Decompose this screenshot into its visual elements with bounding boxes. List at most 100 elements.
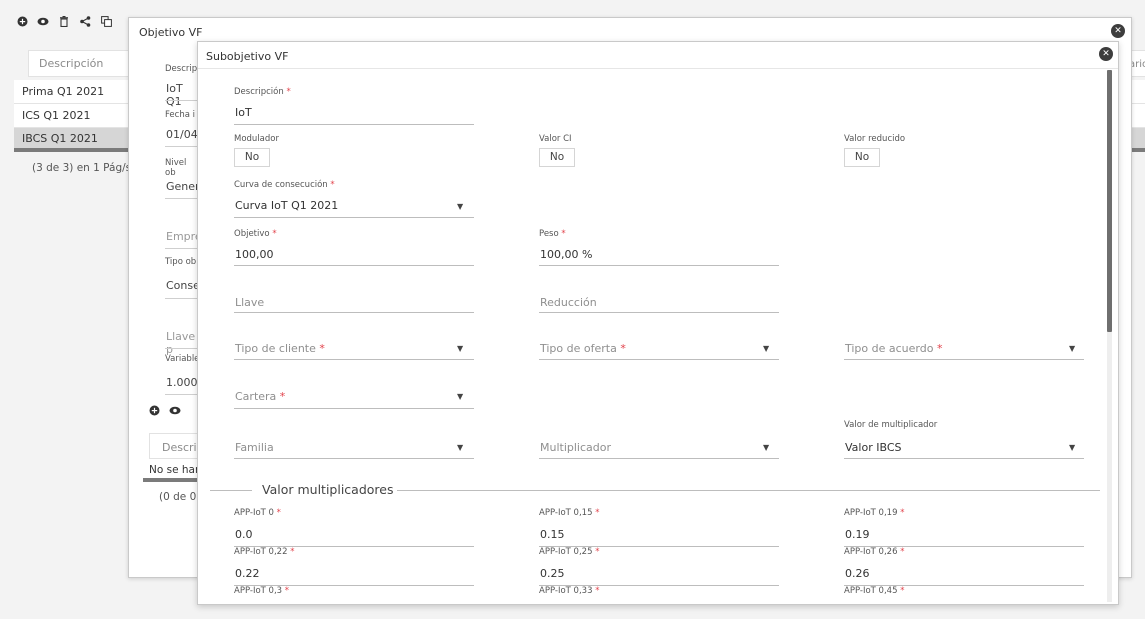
reduccion-input[interactable]: Reducción	[540, 296, 597, 309]
valor-ci-toggle[interactable]: No	[539, 148, 575, 167]
cartera-select[interactable]: Cartera *	[235, 390, 285, 403]
section-rule	[397, 490, 1100, 491]
background-toolbar	[16, 15, 112, 27]
field-underline	[165, 100, 199, 101]
tipo-objetivo-select[interactable]: Conse	[166, 279, 200, 292]
table-row-partial	[1130, 104, 1145, 128]
multiplier-input[interactable]: 0.0	[235, 528, 253, 541]
valor-multiplicador-label: Valor de multiplicador	[844, 420, 938, 430]
chevron-down-icon[interactable]: ▼	[763, 344, 769, 353]
chevron-down-icon[interactable]: ▼	[763, 443, 769, 452]
nivel-select[interactable]: Gener	[166, 180, 200, 193]
valor-multiplicador-select[interactable]: Valor IBCS	[845, 441, 901, 454]
peso-label: Peso *	[539, 229, 566, 239]
close-icon[interactable]: ✕	[1099, 47, 1113, 61]
subtable-empty-row: No se han	[143, 460, 199, 482]
tipo-oferta-select[interactable]: Tipo de oferta *	[540, 342, 626, 355]
familia-select[interactable]: Familia	[235, 441, 274, 454]
field-underline	[539, 458, 779, 459]
field-underline	[234, 312, 474, 313]
table-row[interactable]: ICS Q1 2021	[14, 104, 130, 128]
field-underline	[165, 348, 199, 349]
share-icon[interactable]	[79, 15, 91, 27]
plus-circle-icon[interactable]	[16, 15, 28, 27]
chevron-down-icon[interactable]: ▼	[457, 392, 463, 401]
multiplier-label: APP-IoT 0,45 *	[844, 586, 905, 596]
multiplier-input[interactable]: 0.25	[540, 567, 565, 580]
copy-icon[interactable]	[100, 15, 112, 27]
multiplier-input[interactable]: 0.15	[540, 528, 565, 541]
table-row-selected[interactable]: IBCS Q1 2021	[14, 128, 130, 152]
chevron-down-icon[interactable]: ▼	[1069, 443, 1075, 452]
tipo-acuerdo-select[interactable]: Tipo de acuerdo *	[845, 342, 942, 355]
valor-reducido-label: Valor reducido	[844, 134, 906, 144]
trash-icon[interactable]	[58, 15, 70, 27]
multiplicador-select[interactable]: Multiplicador	[540, 441, 611, 454]
table-header-descripcion[interactable]: Descripción	[28, 50, 130, 77]
table-row-partial	[1130, 128, 1145, 152]
sub-toolbar	[149, 405, 181, 419]
field-underline	[234, 265, 474, 266]
multiplier-label: APP-IoT 0 *	[234, 508, 281, 518]
field-underline	[234, 458, 474, 459]
dialog-title: Objetivo VF	[139, 26, 203, 39]
field-underline	[539, 265, 779, 266]
background-pager: (3 de 3) en 1 Pág/s.	[32, 162, 135, 174]
variable-input[interactable]: 1.000,	[166, 376, 201, 389]
field-label: Fecha i	[165, 110, 195, 120]
title-divider	[198, 68, 1118, 69]
subtable-header[interactable]: Descrip	[149, 433, 199, 459]
field-underline	[234, 124, 474, 125]
subtable-pager: (0 de 0)	[159, 491, 201, 503]
field-label: Nivel ob	[165, 158, 187, 178]
modulador-toggle[interactable]: No	[234, 148, 270, 167]
multiplier-label: APP-IoT 0,26 *	[844, 547, 905, 557]
plus-circle-icon[interactable]	[149, 405, 160, 419]
chevron-down-icon[interactable]: ▼	[457, 344, 463, 353]
peso-input[interactable]: 100,00 %	[540, 248, 592, 261]
subobjetivo-dialog: Subobjetivo VF ✕ Descripción * IoT Modul…	[197, 41, 1119, 605]
multiplier-label: APP-IoT 0,22 *	[234, 547, 295, 557]
section-rule	[210, 490, 252, 491]
field-underline	[165, 394, 199, 395]
eye-icon[interactable]	[169, 405, 181, 419]
field-label: Variable	[165, 354, 200, 364]
field-underline	[844, 359, 1084, 360]
llave-input[interactable]: Llave p	[166, 330, 199, 356]
table-row[interactable]: Prima Q1 2021	[14, 80, 130, 104]
scrollbar-thumb[interactable]	[1107, 70, 1112, 332]
field-underline	[539, 312, 779, 313]
multiplier-input[interactable]: 0.26	[845, 567, 870, 580]
descripcion-input[interactable]: IoT Q1	[166, 82, 199, 108]
objetivo-input[interactable]: 100,00	[235, 248, 274, 261]
descripcion-input[interactable]: IoT	[235, 106, 252, 119]
llave-input[interactable]: Llave	[235, 296, 264, 309]
multiplier-label: APP-IoT 0,19 *	[844, 508, 905, 518]
dialog-title: Subobjetivo VF	[206, 50, 289, 63]
field-label: Descrip	[165, 64, 198, 74]
multiplier-input[interactable]: 0.22	[235, 567, 260, 580]
valor-reducido-toggle[interactable]: No	[844, 148, 880, 167]
curva-label: Curva de consecución *	[234, 180, 335, 190]
field-underline	[234, 217, 474, 218]
tipo-cliente-select[interactable]: Tipo de cliente *	[235, 342, 325, 355]
field-underline	[165, 146, 199, 147]
multiplier-input[interactable]: 0.19	[845, 528, 870, 541]
chevron-down-icon[interactable]: ▼	[457, 202, 463, 211]
field-underline	[539, 359, 779, 360]
modulador-label: Modulador	[234, 134, 279, 144]
eye-icon[interactable]	[37, 15, 49, 27]
field-underline	[844, 458, 1084, 459]
background-table: Descripción Prima Q1 2021 ICS Q1 2021 IB…	[14, 50, 130, 152]
field-underline	[165, 198, 199, 199]
field-underline	[165, 298, 199, 299]
valor-multiplicadores-section: Valor multiplicadores	[210, 482, 1100, 498]
curva-select[interactable]: Curva IoT Q1 2021	[235, 199, 338, 212]
multiplier-label: APP-IoT 0,33 *	[539, 586, 600, 596]
multiplier-label: APP-IoT 0,3 *	[234, 586, 290, 596]
multiplier-label: APP-IoT 0,25 *	[539, 547, 600, 557]
chevron-down-icon[interactable]: ▼	[457, 443, 463, 452]
chevron-down-icon[interactable]: ▼	[1069, 344, 1075, 353]
close-icon[interactable]: ✕	[1111, 24, 1125, 38]
multiplier-label: APP-IoT 0,15 *	[539, 508, 600, 518]
